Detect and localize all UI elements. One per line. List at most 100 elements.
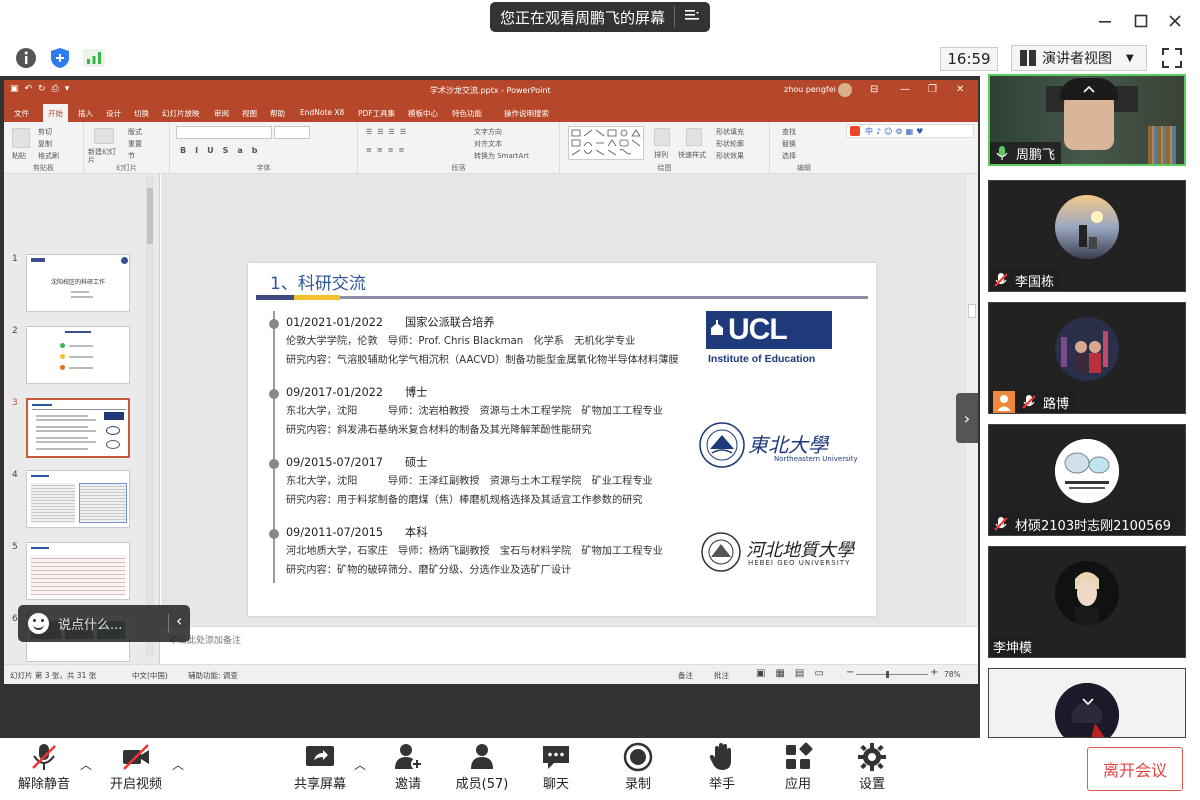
share-banner[interactable]: 您正在观看周鹏飞的屏幕 <box>490 2 710 32</box>
minimize-icon[interactable] <box>1094 10 1116 32</box>
zoom-level[interactable]: 78% <box>944 670 961 679</box>
tab-tell-me[interactable]: 操作说明搜索 <box>504 108 549 119</box>
maximize-icon[interactable] <box>1130 10 1152 32</box>
quick-styles-icon[interactable] <box>686 128 702 146</box>
signal-strength-icon[interactable] <box>82 46 106 70</box>
ppt-user-name[interactable]: zhou pengfei <box>784 85 836 94</box>
ppt-minimize-icon[interactable]: — <box>900 84 910 95</box>
arrange-icon[interactable] <box>654 128 670 146</box>
paragraph-align-buttons[interactable]: ≡≡≡≡ <box>366 146 409 154</box>
paste-icon[interactable] <box>12 128 30 148</box>
participant-tile-4[interactable]: 材硕2103时志刚2100569 <box>988 424 1186 536</box>
font-family-select[interactable] <box>176 126 272 139</box>
panel-toggle-button[interactable]: › <box>956 393 978 443</box>
section-button[interactable]: 节 <box>128 151 135 161</box>
unmute-button[interactable]: 解除静音 <box>4 738 84 800</box>
chevron-left-icon[interactable]: ‹ <box>176 611 182 630</box>
layout-button[interactable]: 版式 <box>128 127 142 137</box>
ppt-user-avatar[interactable] <box>838 83 852 97</box>
shape-effects-button[interactable]: 形状效果 <box>716 151 744 161</box>
view-mode-dropdown[interactable]: 演讲者视图 ▼ <box>1011 45 1147 71</box>
quick-styles-button[interactable]: 快速样式 <box>678 150 706 160</box>
select-button[interactable]: 选择 <box>782 151 796 161</box>
zoom-slider[interactable] <box>856 671 928 678</box>
ime-toolbar[interactable]: 中♪☺⚙▦♥ <box>846 124 974 138</box>
slide-thumbnail-4[interactable] <box>26 470 130 528</box>
record-button[interactable]: 录制 <box>598 738 678 800</box>
thumbnail-scrollbar[interactable] <box>146 176 154 656</box>
security-shield-icon[interactable] <box>48 46 72 70</box>
raise-hand-button[interactable]: 举手 <box>682 738 762 800</box>
thumbnail-scrollbar-thumb[interactable] <box>147 188 153 244</box>
tab-pdf-tools[interactable]: PDF工具集 <box>358 108 395 119</box>
ppt-restore-icon[interactable]: ❐ <box>928 84 937 95</box>
find-button[interactable]: 查找 <box>782 127 796 137</box>
view-mode-icons[interactable]: ▣▦▤▭ <box>756 668 834 679</box>
current-slide[interactable]: 1、科研交流 01/2021-01/2022 国家公派联合培养 伦敦大学学院，伦敦… <box>248 263 876 616</box>
tab-review[interactable]: 审阅 <box>214 108 229 119</box>
tab-special-features[interactable]: 特色功能 <box>452 108 482 119</box>
tab-file[interactable]: 文件 <box>14 108 29 119</box>
tab-slideshow[interactable]: 幻灯片放映 <box>162 108 200 119</box>
share-options-chevron-icon[interactable]: ︿ <box>354 756 366 773</box>
tab-home[interactable]: 开始 <box>43 104 68 122</box>
ime-tool-icons[interactable]: 中♪☺⚙▦♥ <box>865 126 926 137</box>
tab-endnote[interactable]: EndNote X8 <box>300 108 344 117</box>
copy-button[interactable]: 复制 <box>38 139 52 149</box>
chat-button[interactable]: 聊天 <box>516 738 596 800</box>
zoom-in-icon[interactable]: + <box>930 667 938 678</box>
comments-button[interactable]: 批注 <box>714 670 729 681</box>
font-size-select[interactable] <box>274 126 310 139</box>
paste-label[interactable]: 粘贴 <box>12 151 26 161</box>
slide-scrollbar-thumb[interactable] <box>968 304 976 318</box>
align-text-button[interactable]: 对齐文本 <box>474 139 502 149</box>
cut-button[interactable]: 剪切 <box>38 127 52 137</box>
apps-button[interactable]: 应用 <box>758 738 838 800</box>
close-icon[interactable] <box>1164 10 1186 32</box>
paragraph-list-buttons[interactable]: ☰☰☰☰ <box>366 128 411 136</box>
audio-options-chevron-icon[interactable]: ︿ <box>80 756 92 773</box>
slide-thumbnail-5[interactable] <box>26 542 130 600</box>
zoom-slider-thumb[interactable] <box>886 671 889 678</box>
invite-button[interactable]: 邀请 <box>368 738 448 800</box>
slide-thumbnail-3-selected[interactable] <box>26 398 130 458</box>
share-menu-icon[interactable] <box>675 8 709 26</box>
fullscreen-icon[interactable] <box>1160 46 1184 70</box>
accessibility-status[interactable]: 辅助功能: 调查 <box>188 670 238 681</box>
chevron-down-icon[interactable] <box>1081 697 1095 707</box>
font-format-buttons[interactable]: BIUSab <box>180 146 266 155</box>
tab-transitions[interactable]: 切换 <box>134 108 149 119</box>
tab-insert[interactable]: 插入 <box>78 108 93 119</box>
participant-tile-2[interactable]: 李国栋 <box>988 180 1186 292</box>
participant-tile-5[interactable]: 李坤模 <box>988 546 1186 658</box>
format-painter-button[interactable]: 格式刷 <box>38 151 59 161</box>
share-screen-button[interactable]: 共享屏幕 <box>280 738 360 800</box>
notes-pane[interactable]: 单击此处添加备注 <box>161 626 978 664</box>
notes-button[interactable]: 备注 <box>678 670 693 681</box>
reset-button[interactable]: 重置 <box>128 139 142 149</box>
chevron-up-icon[interactable] <box>1082 84 1096 94</box>
new-slide-icon[interactable] <box>94 128 114 144</box>
shape-fill-button[interactable]: 形状填充 <box>716 127 744 137</box>
language-indicator[interactable]: 中文(中国) <box>132 670 168 681</box>
replace-button[interactable]: 替换 <box>782 139 796 149</box>
participant-tile-3[interactable]: 路博 <box>988 302 1186 414</box>
arrange-button[interactable]: 排列 <box>654 150 668 160</box>
tab-view[interactable]: 视图 <box>242 108 257 119</box>
new-slide-button[interactable]: 新建幻灯片 <box>88 148 122 164</box>
tab-design[interactable]: 设计 <box>106 108 121 119</box>
video-options-chevron-icon[interactable]: ︿ <box>172 756 184 773</box>
ribbon-display-icon[interactable]: ⊟ <box>870 84 878 95</box>
participant-tile-6[interactable] <box>988 668 1186 738</box>
slide-thumbnail-2[interactable] <box>26 326 130 384</box>
participant-tile-1[interactable]: 周鹏飞 <box>988 74 1186 166</box>
leave-meeting-button[interactable]: 离开会议 <box>1087 747 1183 791</box>
text-direction-button[interactable]: 文字方向 <box>474 127 502 137</box>
quick-access-icons[interactable]: ▣↶↻⎙▾ <box>10 84 75 94</box>
chat-input-bubble[interactable]: 说点什么... ‹ <box>18 605 190 642</box>
slide-thumbnail-1[interactable]: 沈阳校区的科研工作 <box>26 254 130 312</box>
info-icon[interactable] <box>14 46 38 70</box>
start-video-button[interactable]: 开启视频 <box>96 738 176 800</box>
tab-template-center[interactable]: 模板中心 <box>408 108 438 119</box>
members-button[interactable]: 成员(57) <box>442 738 522 800</box>
